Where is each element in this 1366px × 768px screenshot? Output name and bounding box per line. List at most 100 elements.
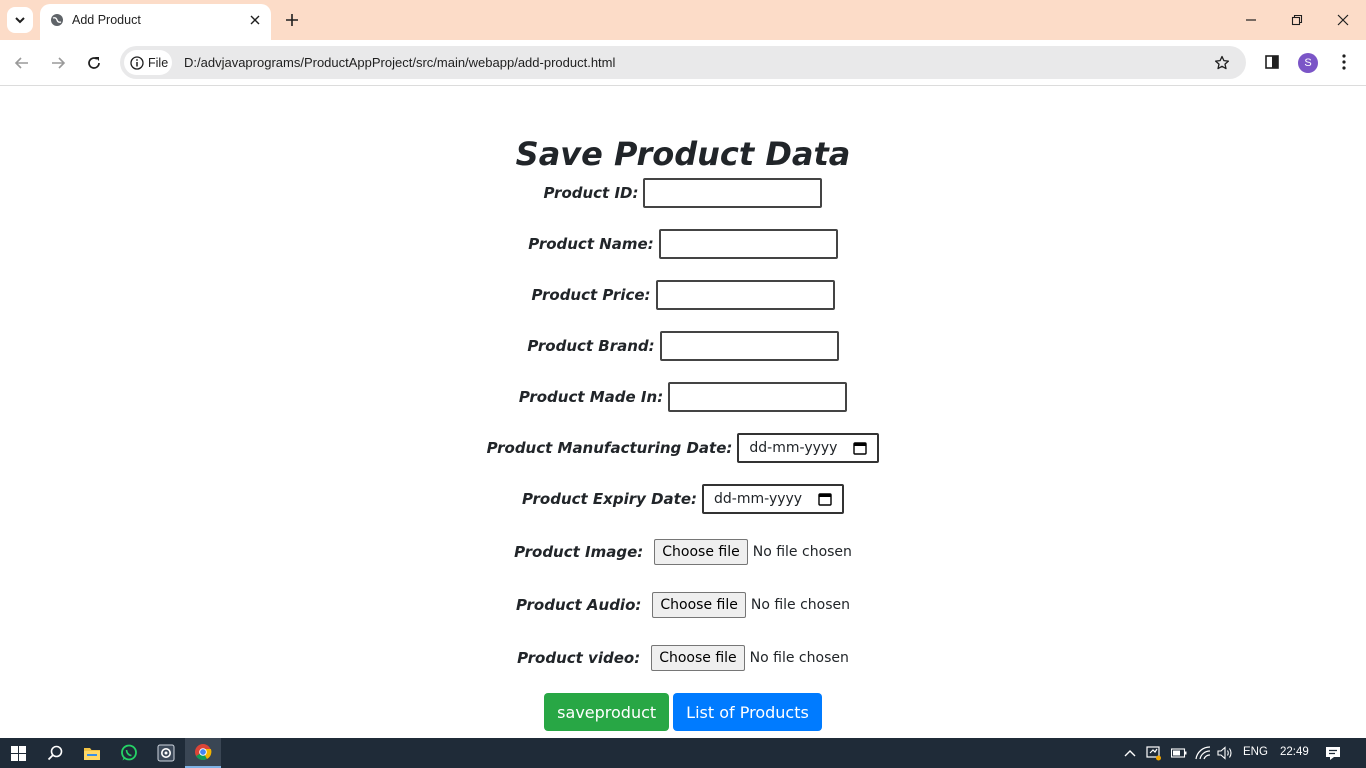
product-madein-row: Product Made In: xyxy=(0,381,1366,413)
product-brand-row: Product Brand: xyxy=(0,330,1366,362)
product-image-label: Product Image: xyxy=(514,543,644,561)
product-image-row: Product Image: Choose file No file chose… xyxy=(0,538,1366,566)
battery-tray[interactable] xyxy=(1171,745,1187,761)
side-panel-icon xyxy=(1265,55,1279,69)
file-explorer-button[interactable] xyxy=(74,738,110,768)
product-price-input[interactable] xyxy=(655,280,835,310)
mfg-date-placeholder: dd-mm-yyyy xyxy=(749,440,838,456)
kebab-menu-icon xyxy=(1342,54,1346,70)
show-hidden-icons-button[interactable] xyxy=(1122,745,1138,761)
reload-icon xyxy=(88,57,100,69)
calendar-icon[interactable] xyxy=(853,441,868,455)
browser-tab[interactable]: Add Product xyxy=(40,4,271,40)
product-id-row: Product ID: xyxy=(0,177,1366,209)
globe-icon xyxy=(51,14,63,26)
product-id-label: Product ID: xyxy=(543,184,639,202)
list-products-button[interactable]: List of Products xyxy=(673,693,822,731)
settings-app-icon xyxy=(157,744,175,762)
tab-title: Add Product xyxy=(72,13,141,27)
browser-menu-button[interactable] xyxy=(1334,52,1354,72)
chrome-taskbar-button[interactable] xyxy=(185,738,221,768)
whatsapp-button[interactable] xyxy=(111,738,147,768)
tab-search-button[interactable] xyxy=(7,7,33,33)
file-explorer-icon xyxy=(84,747,100,760)
restore-icon xyxy=(1291,14,1303,26)
back-arrow-icon xyxy=(14,57,28,69)
wifi-tray[interactable] xyxy=(1195,745,1211,761)
notification-center-button[interactable] xyxy=(1325,745,1341,761)
product-madein-label: Product Made In: xyxy=(518,388,664,406)
product-mfg-date-row: Product Manufacturing Date: dd-mm-yyyy xyxy=(0,432,1366,464)
product-video-status: No file chosen xyxy=(749,650,849,666)
bookmark-button[interactable] xyxy=(1212,53,1232,73)
language-indicator[interactable]: ENG xyxy=(1243,746,1268,758)
volume-icon xyxy=(1217,746,1232,760)
product-audio-choose-button[interactable]: Choose file xyxy=(652,592,746,618)
network-alert-tray[interactable] xyxy=(1146,745,1162,761)
windows-taskbar: ENG 22:49 xyxy=(0,738,1366,768)
web-page: Save Product Data Product ID: Product Na… xyxy=(0,87,1366,738)
plus-icon xyxy=(286,14,298,26)
window-close-button[interactable] xyxy=(1333,10,1353,30)
volume-tray[interactable] xyxy=(1217,745,1233,761)
product-id-input[interactable] xyxy=(643,178,823,208)
product-name-row: Product Name: xyxy=(0,228,1366,260)
minimize-button[interactable] xyxy=(1241,10,1261,30)
product-price-label: Product Price: xyxy=(531,286,651,304)
side-panel-button[interactable] xyxy=(1262,52,1282,72)
star-icon xyxy=(1214,55,1230,70)
notification-icon xyxy=(1326,746,1340,760)
forward-button[interactable] xyxy=(47,52,69,74)
product-audio-status: No file chosen xyxy=(750,597,851,613)
forward-arrow-icon xyxy=(52,57,66,69)
windows-start-icon xyxy=(10,745,26,761)
product-video-label: Product video: xyxy=(517,649,641,667)
new-tab-button[interactable] xyxy=(282,10,302,30)
network-alert-icon xyxy=(1146,746,1161,761)
profile-avatar[interactable]: S xyxy=(1298,53,1318,73)
start-button[interactable] xyxy=(0,738,36,768)
window-close-icon xyxy=(1337,14,1349,26)
product-image-choose-button[interactable]: Choose file xyxy=(654,539,748,565)
minimize-icon xyxy=(1246,19,1256,21)
url-text[interactable]: D:/advjavaprograms/ProductAppProject/src… xyxy=(184,55,615,70)
taskbar-search-button[interactable] xyxy=(37,738,73,768)
product-expiry-date-input[interactable]: dd-mm-yyyy xyxy=(702,484,845,514)
address-bar[interactable]: File D:/advjavaprograms/ProductAppProjec… xyxy=(120,46,1246,79)
action-buttons-row: saveproduct List of Products xyxy=(0,693,1366,731)
product-mfg-date-label: Product Manufacturing Date: xyxy=(486,439,733,457)
clock[interactable]: 22:49 xyxy=(1280,746,1309,758)
whatsapp-icon xyxy=(121,744,137,761)
product-madein-input[interactable] xyxy=(668,382,848,412)
file-chip-label: File xyxy=(148,55,169,70)
tab-close-button[interactable] xyxy=(247,12,263,28)
product-brand-label: Product Brand: xyxy=(527,337,655,355)
restore-button[interactable] xyxy=(1287,10,1307,30)
tab-search-icon xyxy=(15,17,25,24)
product-name-input[interactable] xyxy=(658,229,838,259)
page-title: Save Product Data xyxy=(515,135,851,173)
calendar-icon[interactable] xyxy=(818,492,832,506)
battery-icon xyxy=(1171,748,1187,758)
wifi-icon xyxy=(1195,746,1211,760)
close-icon xyxy=(250,15,260,25)
back-button[interactable] xyxy=(11,52,33,74)
chrome-icon xyxy=(195,744,212,760)
search-icon xyxy=(47,745,63,761)
product-expiry-date-label: Product Expiry Date: xyxy=(521,490,698,508)
product-expiry-date-row: Product Expiry Date: dd-mm-yyyy xyxy=(0,483,1366,515)
product-audio-row: Product Audio: Choose file No file chose… xyxy=(0,591,1366,619)
save-product-button[interactable]: saveproduct xyxy=(544,693,670,731)
product-audio-label: Product Audio: xyxy=(515,596,642,614)
settings-app-button[interactable] xyxy=(148,738,184,768)
site-info-chip[interactable]: File xyxy=(124,50,172,75)
expiry-date-placeholder: dd-mm-yyyy xyxy=(714,491,803,507)
browser-toolbar: File D:/advjavaprograms/ProductAppProjec… xyxy=(0,40,1366,86)
chevron-up-icon xyxy=(1124,750,1136,757)
product-mfg-date-input[interactable]: dd-mm-yyyy xyxy=(737,433,880,463)
product-price-row: Product Price: xyxy=(0,279,1366,311)
product-video-choose-button[interactable]: Choose file xyxy=(651,645,745,671)
product-name-label: Product Name: xyxy=(528,235,654,253)
reload-button[interactable] xyxy=(83,52,105,74)
product-brand-input[interactable] xyxy=(659,331,839,361)
